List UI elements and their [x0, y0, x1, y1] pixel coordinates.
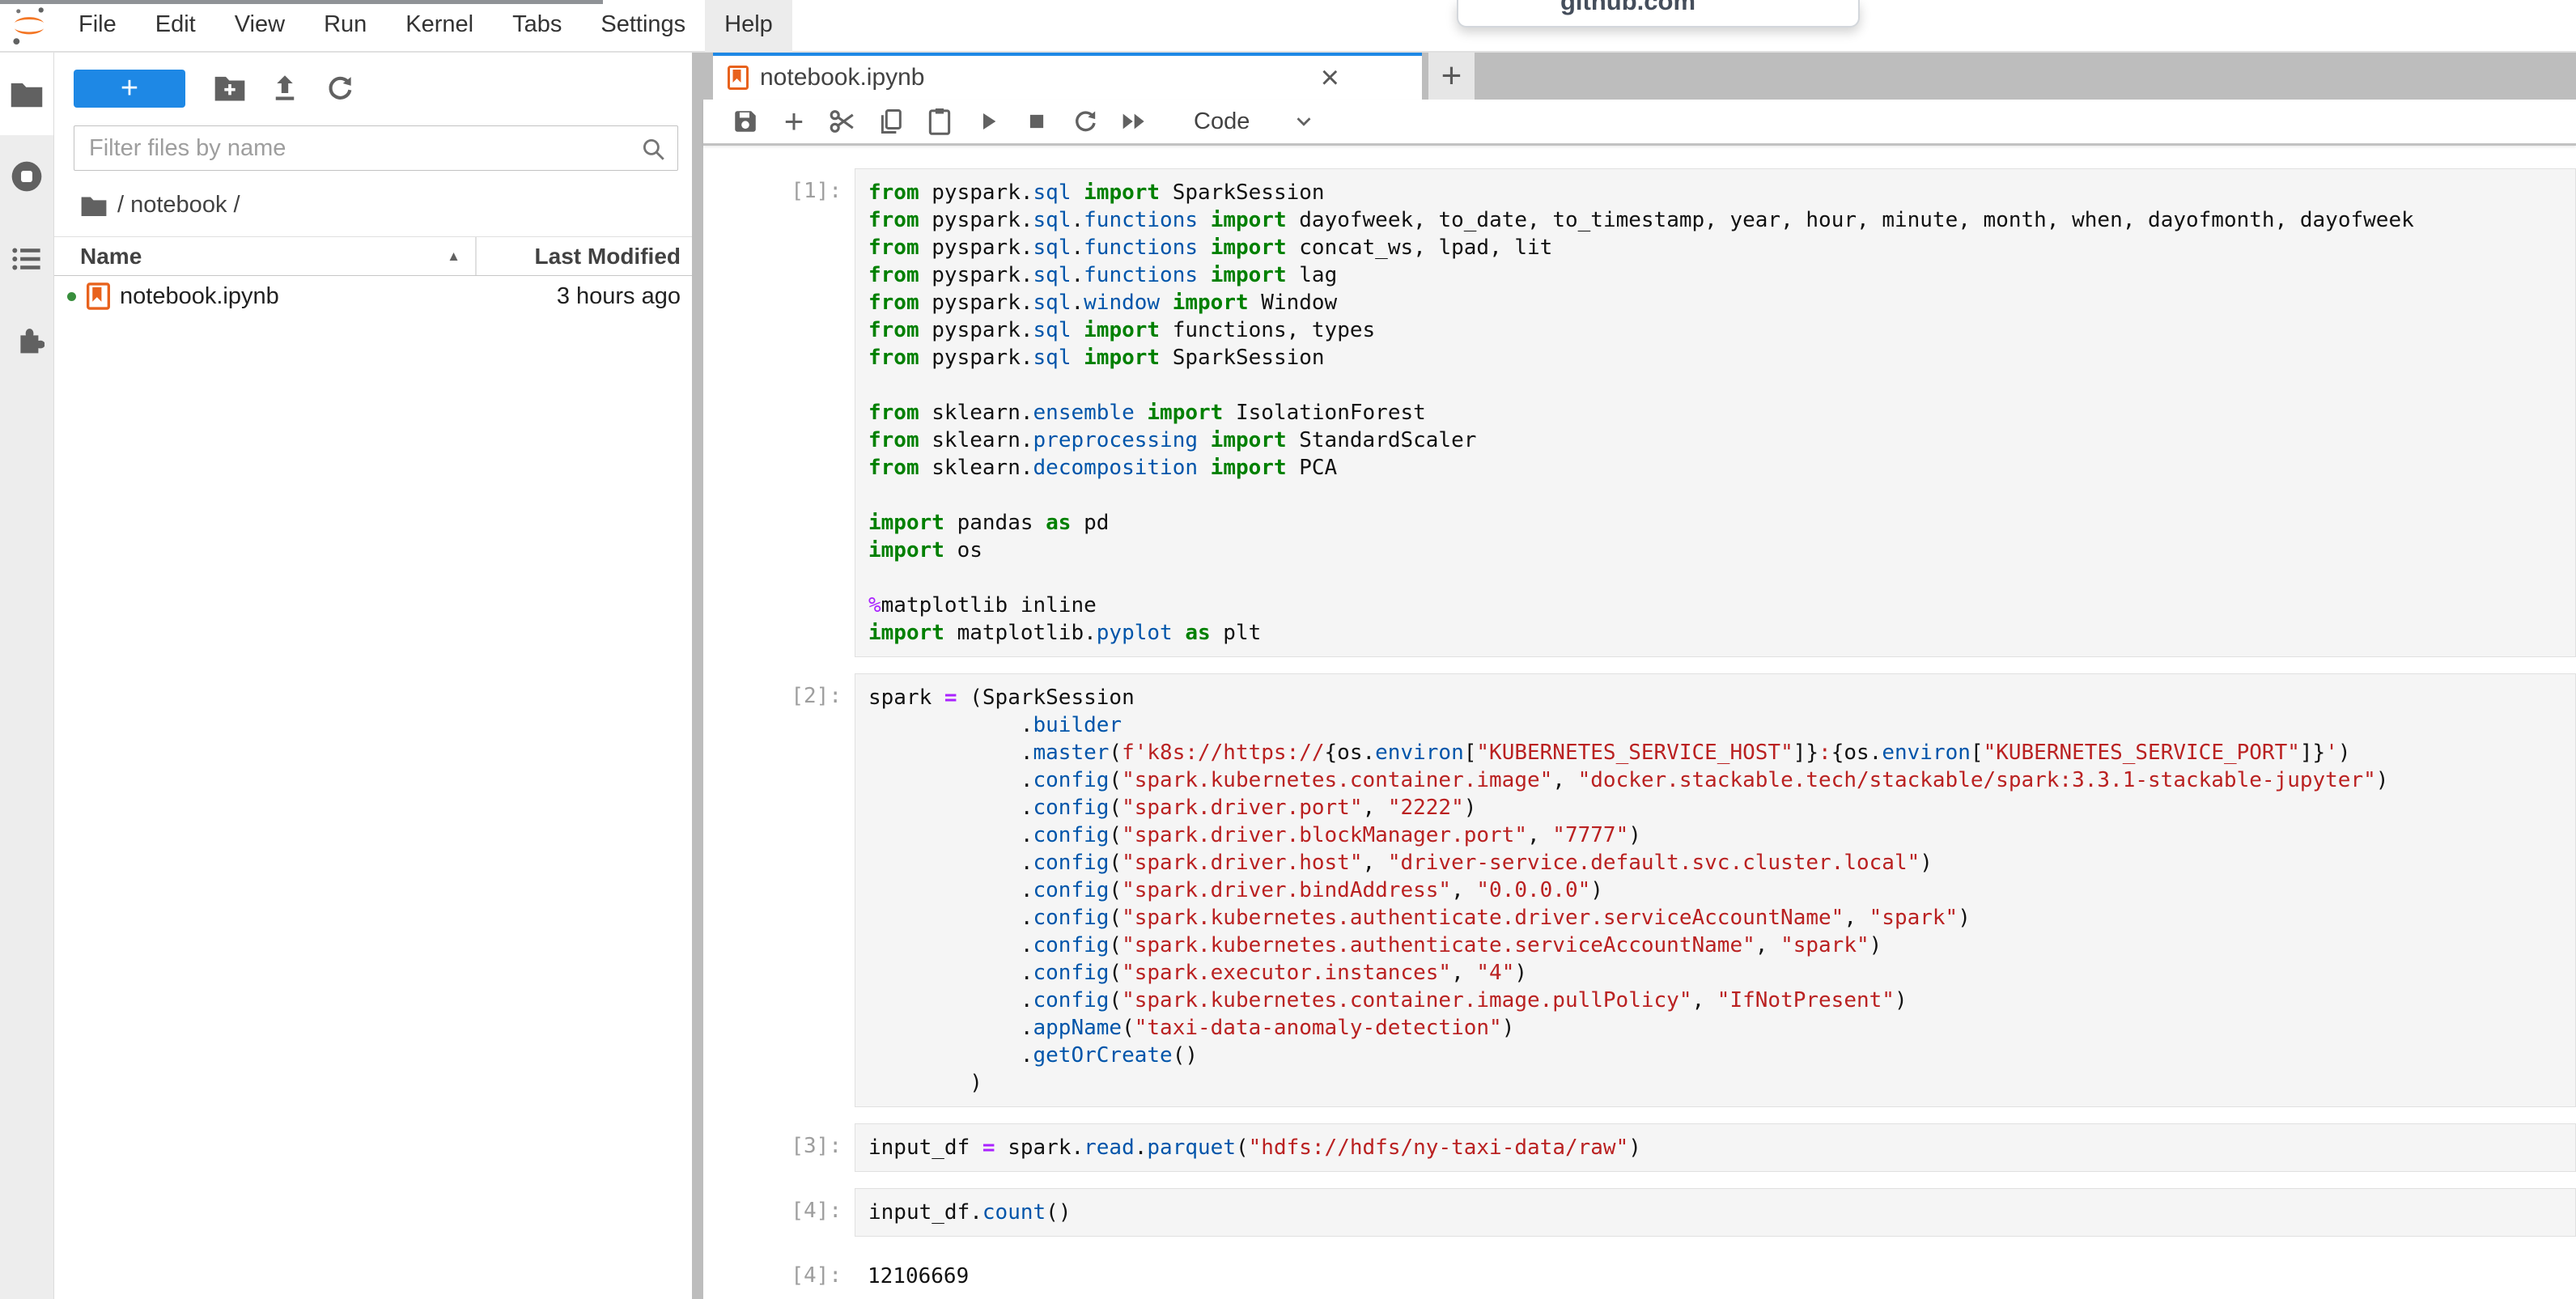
- save-button[interactable]: [731, 107, 760, 136]
- fast-forward-icon: [1119, 108, 1148, 134]
- add-cell-button[interactable]: +: [779, 107, 808, 136]
- puzzle-icon: [9, 324, 45, 359]
- column-header-last-modified[interactable]: Last Modified: [477, 244, 692, 270]
- notebook-file-icon: [728, 66, 749, 90]
- new-launcher-button[interactable]: +: [74, 70, 185, 108]
- upload-icon: [270, 73, 299, 104]
- file-filter: [74, 125, 678, 171]
- code-cell: [1]:from pyspark.sql import SparkSession…: [703, 168, 2576, 657]
- file-modified: 3 hours ago: [557, 283, 692, 310]
- menu-item-settings[interactable]: Settings: [581, 0, 705, 52]
- sidebar-item-extensions[interactable]: [0, 300, 53, 383]
- new-folder-button[interactable]: [211, 74, 248, 102]
- code-cell: [4]:input_df.count(): [703, 1188, 2576, 1237]
- refresh-icon: [325, 73, 355, 104]
- file-list-header: Name ▲ Last Modified: [54, 236, 692, 276]
- tab-bar: notebook.ipynb × +: [703, 53, 2576, 100]
- code-cell: [2]:spark = (SparkSession .builder .mast…: [703, 673, 2576, 1107]
- scissors-icon: [828, 107, 857, 136]
- menu-item-view[interactable]: View: [215, 0, 304, 52]
- copy-icon: [877, 108, 905, 135]
- code-cell: [3]:input_df = spark.read.parquet("hdfs:…: [703, 1123, 2576, 1172]
- notebook-content: [1]:from pyspark.sql import SparkSession…: [703, 146, 2576, 1299]
- cell-editor[interactable]: from pyspark.sql import SparkSessionfrom…: [855, 168, 2576, 657]
- file-browser-panel: +: [54, 53, 692, 1299]
- new-tab-button[interactable]: +: [1428, 53, 1475, 100]
- list-icon: [10, 242, 44, 276]
- plus-icon: +: [784, 108, 804, 135]
- clipboard-icon: [927, 107, 953, 136]
- cut-cells-button[interactable]: [828, 107, 857, 136]
- tab-notebook[interactable]: notebook.ipynb ×: [713, 53, 1422, 100]
- restart-run-all-button[interactable]: [1119, 107, 1148, 136]
- notebook-panel: notebook.ipynb × + +: [703, 53, 2576, 1299]
- cell-output-area: 12106669: [855, 1253, 2576, 1290]
- browser-popup: github.com: [1457, 0, 1860, 28]
- search-icon: [639, 135, 667, 163]
- sidebar-item-file-browser[interactable]: [0, 53, 53, 135]
- menu-bar: FileEditViewRunKernelTabsSettingsHelp: [0, 0, 2576, 53]
- column-header-name[interactable]: Name ▲: [54, 237, 477, 275]
- kernel-running-dot: [67, 292, 76, 301]
- cell-editor[interactable]: input_df = spark.read.parquet("hdfs://hd…: [855, 1123, 2576, 1172]
- top-left-window-edge: [0, 0, 603, 4]
- paste-cells-button[interactable]: [925, 107, 954, 136]
- notebook-toolbar: +: [703, 100, 2576, 146]
- menu-item-help[interactable]: Help: [705, 0, 792, 52]
- menu-item-tabs[interactable]: Tabs: [493, 0, 581, 52]
- popup-domain-text: github.com: [1560, 0, 1858, 16]
- cell-editor[interactable]: spark = (SparkSession .builder .master(f…: [855, 673, 2576, 1107]
- menu-item-run[interactable]: Run: [304, 0, 386, 52]
- folder-icon: [10, 79, 44, 108]
- menu-items: FileEditViewRunKernelTabsSettingsHelp: [59, 0, 792, 52]
- cell-prompt: [4]:: [703, 1188, 855, 1237]
- upload-button[interactable]: [266, 73, 303, 104]
- file-name: notebook.ipynb: [120, 283, 557, 310]
- sidebar-item-table-of-contents[interactable]: [0, 218, 53, 300]
- breadcrumb[interactable]: / notebook /: [80, 192, 692, 219]
- running-kernels-icon: [9, 159, 45, 194]
- folder-icon: [80, 194, 108, 217]
- restart-icon: [1072, 108, 1099, 135]
- chevron-down-icon[interactable]: [1292, 109, 1316, 134]
- restart-kernel-button[interactable]: [1071, 107, 1100, 136]
- cell-editor[interactable]: input_df.count(): [855, 1188, 2576, 1237]
- stop-icon: [1025, 109, 1049, 134]
- menu-item-edit[interactable]: Edit: [136, 0, 215, 52]
- breadcrumb-path: / notebook /: [117, 192, 240, 219]
- refresh-file-list-button[interactable]: [321, 73, 359, 104]
- cell-prompt: [2]:: [703, 673, 855, 1107]
- tab-title: notebook.ipynb: [760, 64, 1316, 91]
- output-cell: [4]:12106669: [703, 1253, 2576, 1290]
- copy-cells-button[interactable]: [876, 107, 906, 136]
- menu-item-file[interactable]: File: [59, 0, 136, 52]
- new-folder-icon: [214, 74, 246, 102]
- cell-type-select[interactable]: Code: [1194, 108, 1250, 135]
- jupyter-logo-icon: [11, 6, 48, 46]
- filter-files-input[interactable]: [74, 125, 678, 171]
- sidebar-item-running-kernels[interactable]: [0, 135, 53, 218]
- jupyterlab-window: FileEditViewRunKernelTabsSettingsHelp gi…: [0, 0, 2576, 1299]
- close-icon[interactable]: ×: [1316, 66, 1344, 90]
- file-browser-toolbar: +: [54, 53, 692, 109]
- run-icon: [975, 108, 1001, 134]
- cell-prompt: [4]:: [703, 1253, 855, 1290]
- activity-bar: [0, 53, 54, 1299]
- notebook-file-icon: [87, 282, 110, 310]
- panel-splitter[interactable]: [692, 53, 703, 1299]
- sort-ascending-icon: ▲: [447, 248, 460, 265]
- cell-prompt: [1]:: [703, 168, 855, 657]
- file-row[interactable]: notebook.ipynb 3 hours ago: [54, 276, 692, 316]
- save-icon: [732, 108, 759, 135]
- interrupt-kernel-button[interactable]: [1022, 107, 1051, 136]
- cell-prompt: [3]:: [703, 1123, 855, 1172]
- menu-item-kernel[interactable]: Kernel: [386, 0, 493, 52]
- run-cell-button[interactable]: [974, 107, 1003, 136]
